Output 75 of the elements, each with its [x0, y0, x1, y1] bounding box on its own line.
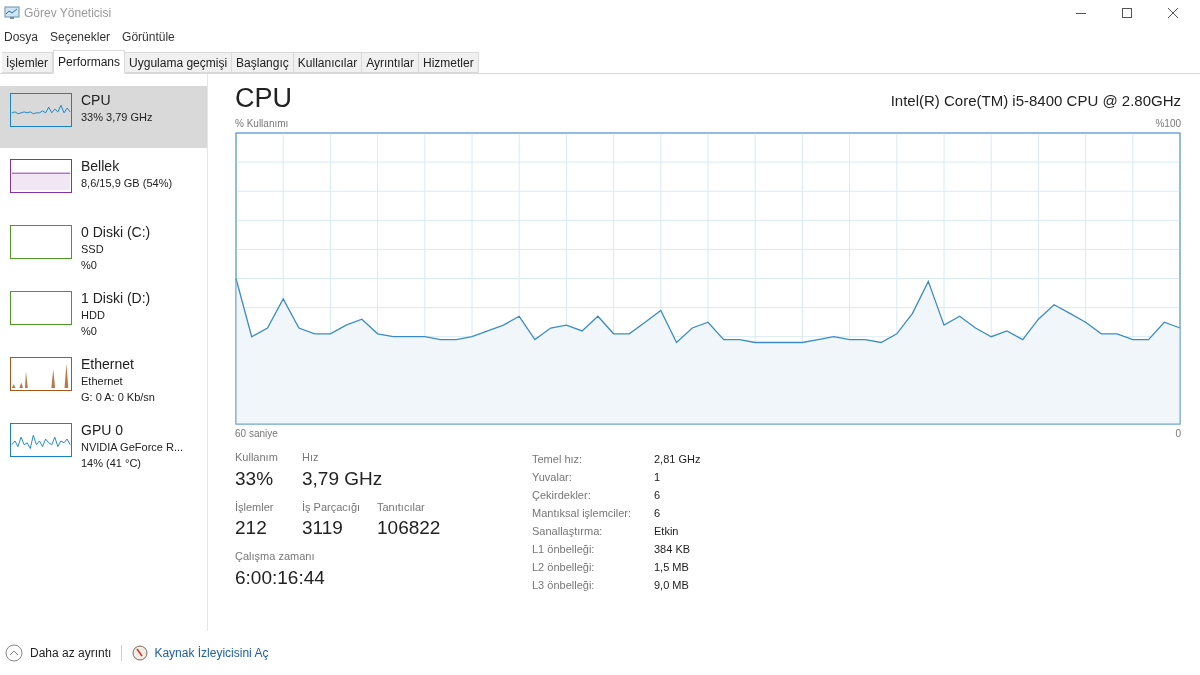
stat-value: 106822 — [377, 516, 442, 541]
detail-value: 6 — [654, 488, 662, 503]
item-detail: 33% 3,79 GHz — [81, 110, 153, 125]
sidebar-item[interactable]: 1 Diski (D:) HDD %0 — [0, 284, 207, 346]
stat-label: İş Parçacığı — [302, 499, 362, 515]
tab[interactable]: Ayrıntılar — [362, 52, 419, 73]
resource-monitor-link[interactable]: Kaynak İzleyicisini Aç — [154, 644, 269, 662]
stat-label: Tanıtıcılar — [377, 499, 426, 515]
stat-value: 3,79 GHz — [302, 466, 384, 491]
detail-value: 384 KB — [654, 542, 692, 557]
menu-item[interactable]: Dosya — [4, 28, 38, 46]
axis-start-label: 60 saniye — [235, 427, 278, 441]
detail-label: Sanallaştırma: — [532, 524, 604, 539]
detail-label: Yuvalar: — [532, 470, 573, 485]
detail-label: L2 önbelleği: — [532, 560, 596, 575]
item-detail: %0 — [81, 324, 98, 339]
tab[interactable]: Hizmetler — [418, 52, 479, 73]
menu-item[interactable]: Görüntüle — [122, 28, 175, 46]
item-name: GPU 0 — [81, 422, 124, 439]
maximize-icon — [1122, 8, 1132, 18]
sidebar-item[interactable]: Ethernet Ethernet G: 0 A: 0 Kb/sn — [0, 350, 207, 412]
minimize-icon — [1076, 12, 1086, 14]
detail-value: 6 — [654, 506, 662, 521]
detail-label: Temel hız: — [532, 452, 584, 467]
sidebar-item[interactable]: CPU 33% 3,79 GHz — [0, 86, 207, 148]
stat-label: Hız — [302, 450, 320, 465]
item-detail: G: 0 A: 0 Kb/sn — [81, 390, 155, 405]
window-title: Görev Yöneticisi — [24, 5, 112, 22]
item-detail: NVIDIA GeForce R... — [81, 440, 184, 455]
app-icon — [4, 6, 20, 20]
page-title: CPU — [235, 82, 292, 114]
detail-label: Çekirdekler: — [532, 488, 592, 503]
stat-value: 33% — [235, 466, 275, 491]
item-name: 1 Diski (D:) — [81, 290, 151, 307]
stat-label: Çalışma zamanı — [235, 549, 316, 565]
stat-value: 212 — [235, 516, 268, 541]
axis-max-label: %100 — [1155, 117, 1181, 131]
close-icon — [1168, 8, 1178, 18]
tab[interactable]: Performans — [53, 50, 126, 74]
item-detail: 14% (41 °C) — [81, 456, 143, 471]
item-name: Bellek — [81, 158, 121, 175]
chevron-up-icon — [5, 644, 23, 662]
sidebar-item[interactable]: 0 Diski (C:) SSD %0 — [0, 218, 207, 280]
cpu-model: Intel(R) Core(TM) i5-8400 CPU @ 2.80GHz — [890, 90, 1181, 111]
tab[interactable]: Kullanıcılar — [293, 52, 363, 73]
tab[interactable]: İşlemler — [2, 52, 53, 73]
menu-item[interactable]: Seçenekler — [50, 28, 111, 46]
stat-value: 3119 — [302, 516, 344, 541]
tab[interactable]: Uygulama geçmişi — [125, 52, 233, 73]
detail-label: L1 önbelleği: — [532, 542, 596, 557]
item-detail: Ethernet — [81, 374, 124, 389]
stat-label: Kullanım — [235, 450, 279, 465]
tab[interactable]: Başlangıç — [232, 52, 294, 73]
gauge-icon — [132, 645, 149, 661]
detail-label: L3 önbelleği: — [532, 578, 596, 593]
detail-label: Mantıksal işlemciler: — [532, 506, 633, 521]
detail-value: 9,0 MB — [654, 578, 690, 593]
detail-value: 1 — [654, 470, 662, 485]
item-detail: %0 — [81, 258, 98, 273]
sidebar-item[interactable]: Bellek 8,6/15,9 GB (54%) — [0, 152, 207, 214]
item-name: 0 Diski (C:) — [81, 224, 151, 241]
item-detail: 8,6/15,9 GB (54%) — [81, 176, 173, 191]
sidebar-item[interactable]: GPU 0 NVIDIA GeForce R... 14% (41 °C) — [0, 416, 207, 478]
stat-label: İşlemler — [235, 499, 275, 515]
less-details-button[interactable]: Daha az ayrıntı — [5, 644, 112, 662]
item-name: CPU — [81, 92, 112, 109]
detail-value: 2,81 GHz — [654, 452, 701, 467]
item-detail: HDD — [81, 308, 106, 323]
item-detail: SSD — [81, 242, 105, 257]
detail-value: 1,5 MB — [654, 560, 690, 575]
item-name: Ethernet — [81, 356, 135, 373]
axis-end-label: 0 — [1175, 427, 1181, 441]
stat-value: 6:00:16:44 — [235, 565, 326, 590]
detail-value: Etkin — [654, 524, 680, 539]
axis-label: % Kullanımı — [235, 117, 289, 131]
